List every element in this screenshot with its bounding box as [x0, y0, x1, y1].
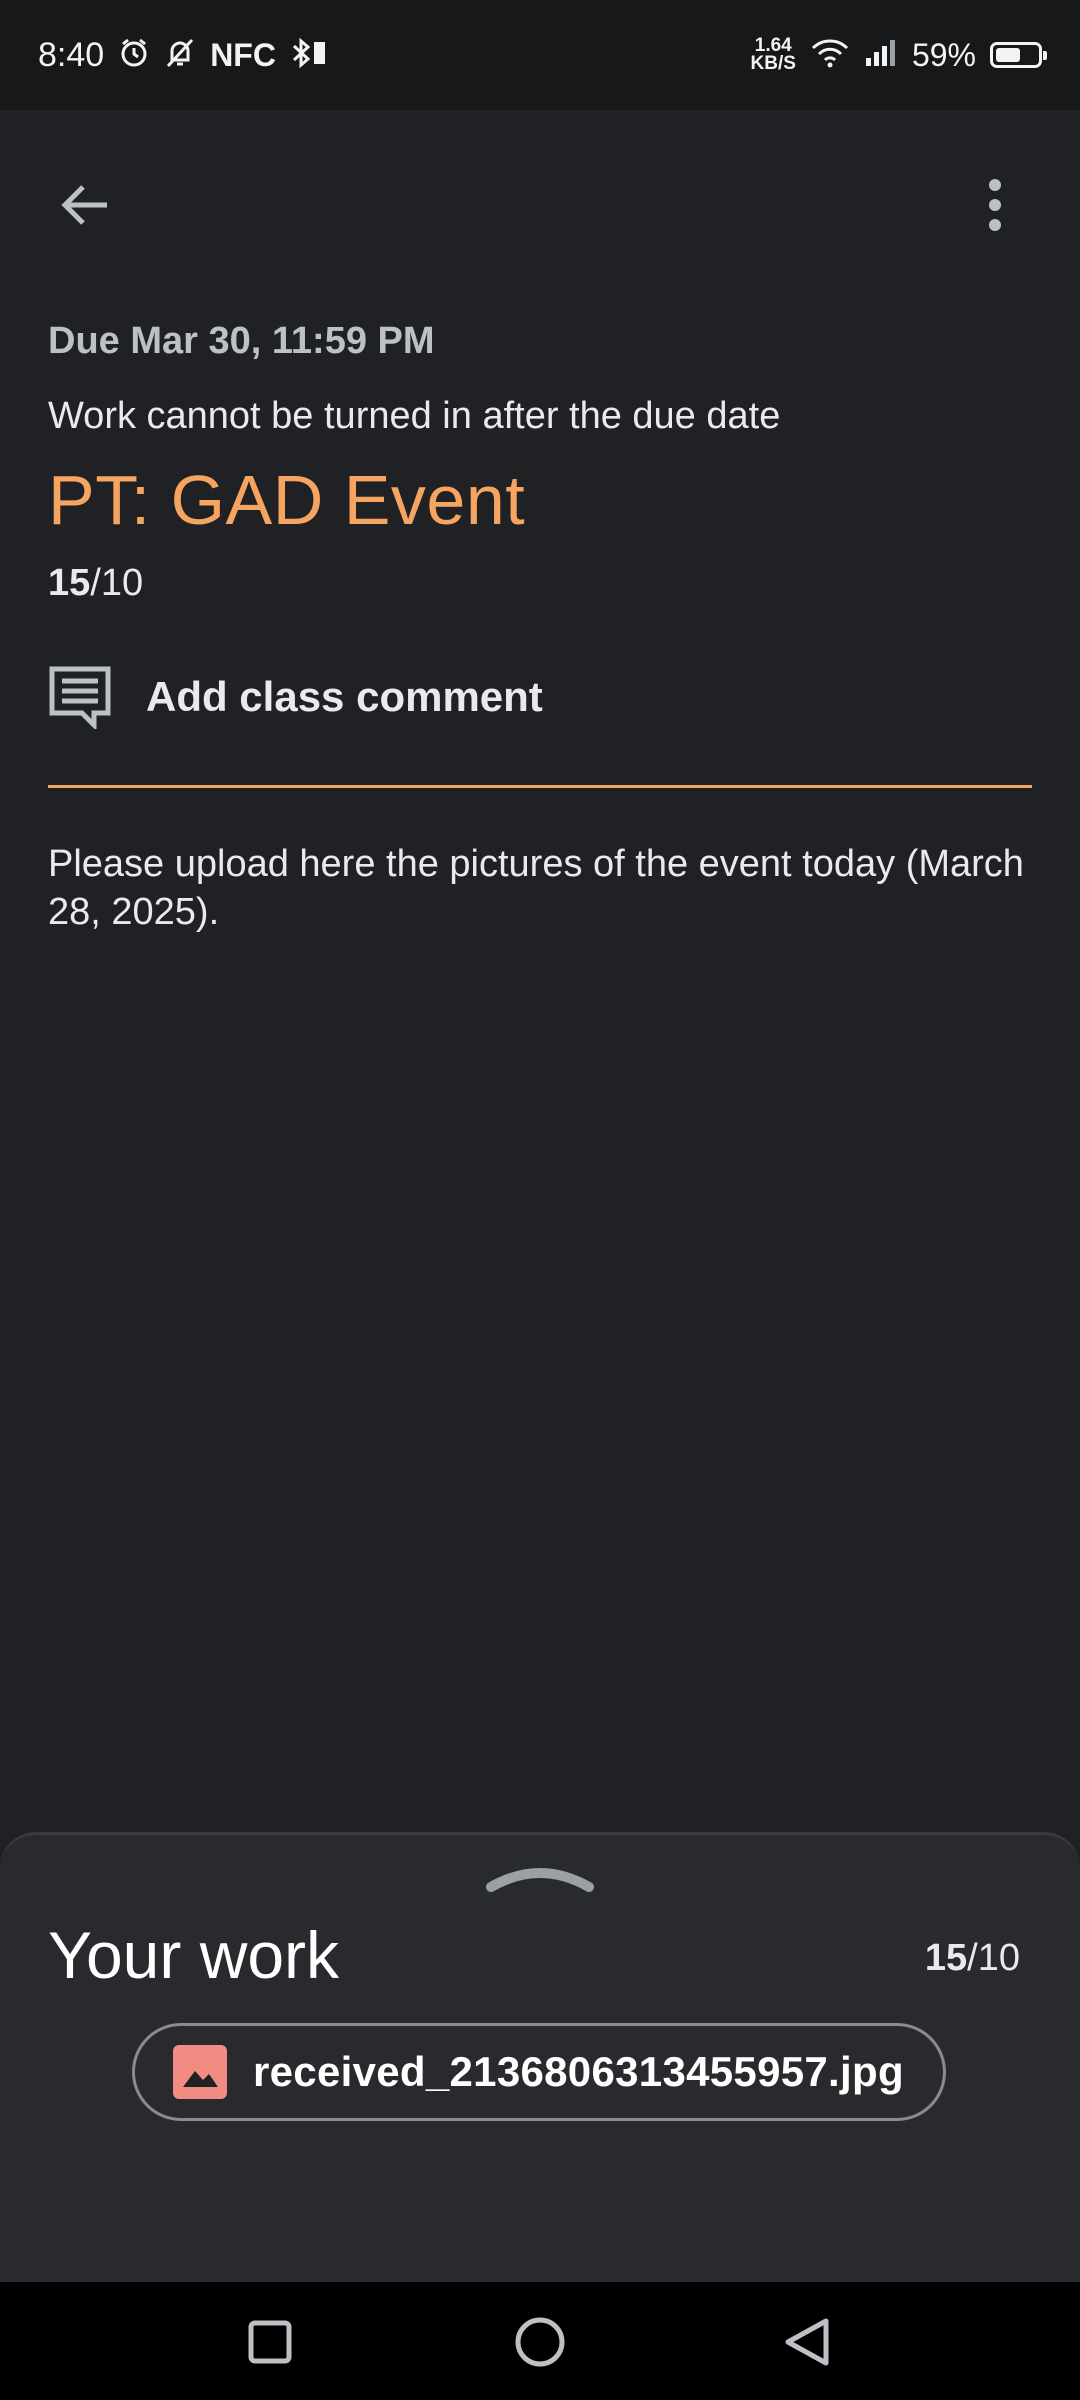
max-points: /10 — [90, 562, 144, 604]
add-class-comment-button[interactable]: Add class comment — [48, 665, 1032, 729]
status-time: 8:40 — [38, 35, 105, 74]
home-button[interactable] — [505, 2307, 575, 2377]
recent-apps-button[interactable] — [235, 2307, 305, 2377]
assignment-description: Please upload here the pictures of the e… — [48, 843, 1024, 933]
back-button[interactable] — [40, 160, 130, 250]
image-icon — [173, 2045, 227, 2099]
status-left: 8:40 NFC — [38, 36, 330, 75]
app-bar — [0, 110, 1080, 280]
your-work-heading: Your work — [48, 1918, 340, 1992]
status-right: 1.64 KB/S 59% — [750, 36, 1047, 74]
network-speed: 1.64 KB/S — [750, 36, 796, 74]
more-vert-icon — [989, 179, 1001, 231]
assignment-points: 15/10 — [48, 562, 1032, 605]
expand-sheet-handle[interactable] — [485, 1859, 595, 1895]
due-date: Due Mar 30, 11:59 PM — [48, 320, 435, 362]
square-icon — [248, 2320, 292, 2364]
battery-fill — [996, 48, 1020, 62]
your-work-grade: 15 — [924, 1937, 968, 1979]
chevron-up-icon — [486, 1868, 594, 1892]
triangle-back-icon — [785, 2318, 829, 2366]
your-work-sheet: Your work 15/10 received_213680631345595… — [0, 1832, 1080, 2285]
attachment-chip[interactable]: received_2136806313455957.jpg — [132, 2023, 946, 2121]
arrow-back-icon — [61, 185, 107, 225]
nfc-label: NFC — [210, 36, 276, 73]
more-options-button[interactable] — [950, 160, 1040, 250]
grade-value: 15 — [48, 562, 91, 604]
speed-unit: KB/S — [750, 53, 796, 74]
status-bar: 8:40 NFC 1.64 KB/S 59% — [0, 0, 1080, 110]
your-work-max-points: /10 — [967, 1937, 1020, 1979]
late-submission-note: Work cannot be turned in after the due d… — [48, 395, 781, 437]
battery-percent: 59% — [911, 36, 976, 73]
battery-icon — [990, 42, 1047, 68]
assignment-title: PT: GAD Event — [48, 461, 526, 539]
your-work-points: 15/10 — [925, 1937, 1020, 1980]
bluetooth-icon — [290, 37, 330, 74]
attachment-filename: received_2136806313455957.jpg — [253, 2048, 904, 2095]
signal-icon — [864, 38, 898, 73]
back-nav-button[interactable] — [772, 2307, 842, 2377]
alarm-icon — [118, 37, 150, 74]
circle-icon — [515, 2317, 565, 2367]
accent-divider — [48, 785, 1032, 788]
add-class-comment-label: Add class comment — [146, 673, 543, 720]
comment-icon — [49, 666, 111, 729]
assignment-details: Due Mar 30, 11:59 PM Work cannot be turn… — [48, 320, 1032, 936]
system-navigation-bar — [0, 2282, 1080, 2400]
mute-icon — [164, 37, 196, 74]
wifi-icon — [810, 37, 850, 74]
